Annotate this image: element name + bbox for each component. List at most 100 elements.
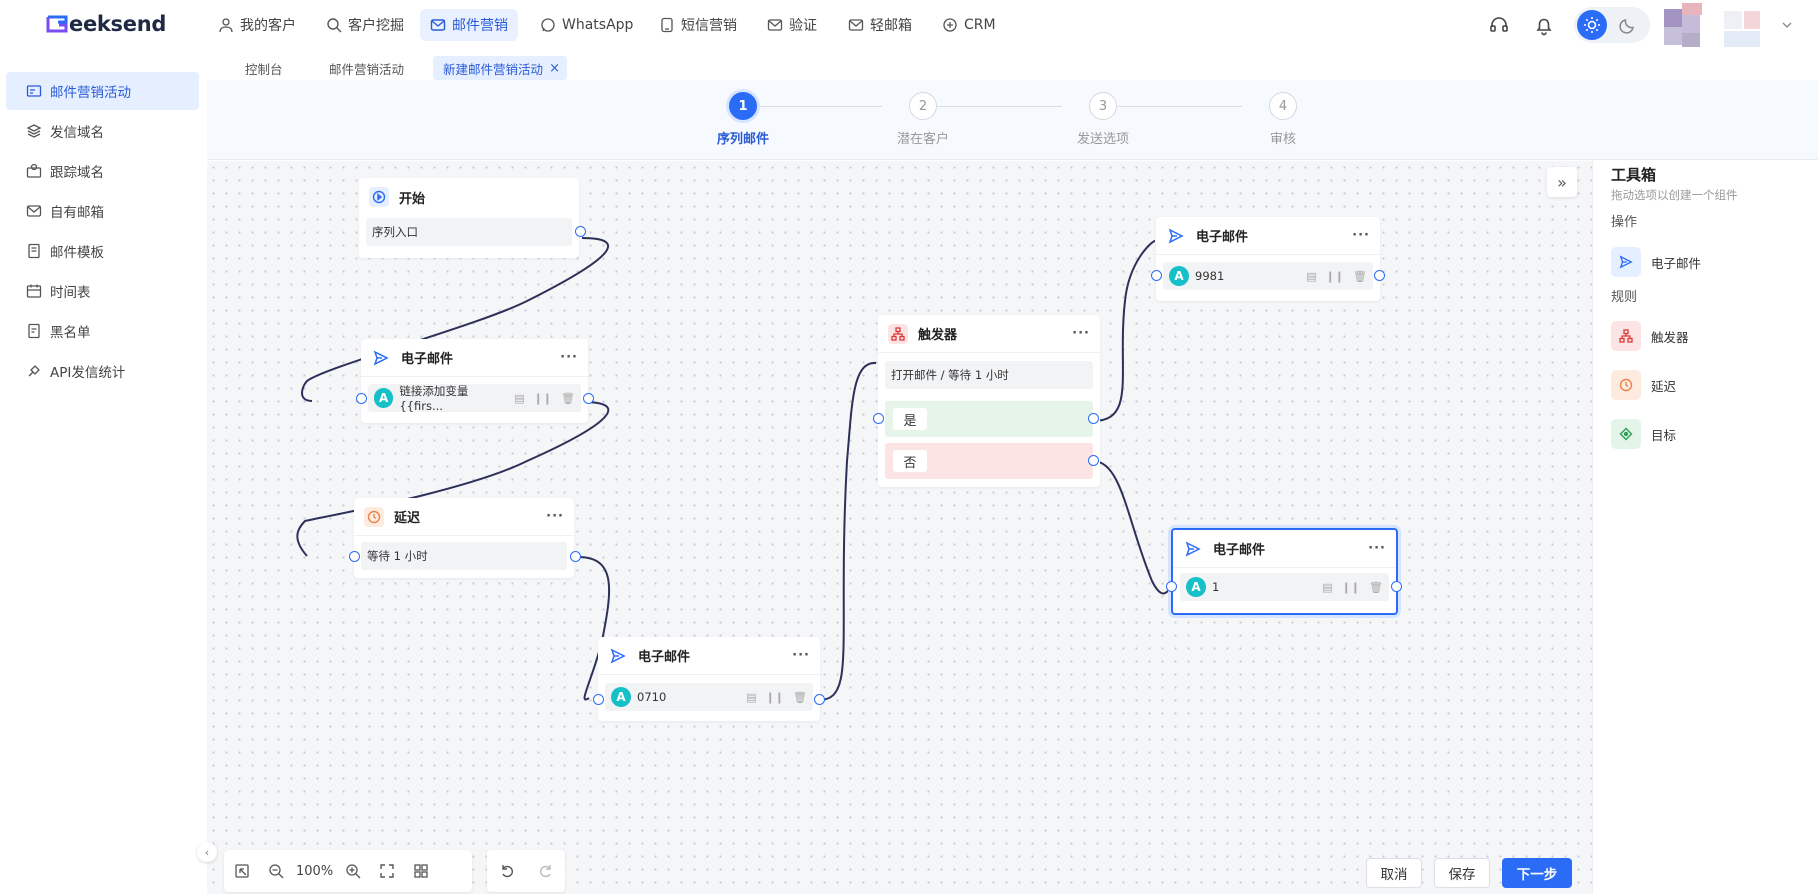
email-node[interactable]: 电子邮件 ··· A 链接添加变量{{firs... ▤ ❙❙ 🗑: [356, 339, 594, 423]
toolbox-panel: 工具箱 拖动选项以创建一个组件 操作 电子邮件 规则 触发器 延迟 目标: [1592, 161, 1818, 894]
toolbox-item-email[interactable]: 电子邮件: [1611, 246, 1701, 278]
grid-icon[interactable]: [413, 863, 429, 879]
toolbox-title: 工具箱: [1611, 166, 1657, 184]
mail-icon: [430, 19, 446, 31]
trigger-node[interactable]: 触发器 ··· 打开邮件 / 等待 1 小时 是 否: [873, 315, 1100, 487]
toolbox-item-trigger[interactable]: 触发器: [1611, 320, 1689, 352]
headset-icon[interactable]: [1488, 14, 1510, 36]
nav-sms-marketing[interactable]: 短信营销: [649, 9, 747, 41]
pause-icon[interactable]: ❙❙: [1326, 270, 1344, 283]
node-title: 触发器: [918, 328, 958, 343]
sidebar-item-sending-domain[interactable]: 发信域名: [6, 112, 199, 150]
email-node[interactable]: 电子邮件 ··· A 9981 ▤ ❙❙ 🗑: [1151, 217, 1385, 301]
sidebar-item-schedule[interactable]: 时间表: [6, 272, 199, 310]
select-icon[interactable]: [234, 863, 250, 879]
nav-label: 轻邮箱: [870, 18, 912, 34]
step-label: 序列邮件: [716, 132, 769, 147]
output-port[interactable]: [570, 551, 581, 562]
step-send-options[interactable]: 3 发送选项: [1058, 92, 1148, 147]
output-port[interactable]: [1391, 581, 1402, 592]
yes-label: 是: [893, 408, 927, 430]
step-review[interactable]: 4 审核: [1238, 92, 1328, 147]
nav-crm[interactable]: CRM: [932, 9, 1006, 41]
output-port[interactable]: [583, 393, 594, 404]
tab-campaigns[interactable]: 邮件营销活动: [319, 56, 414, 80]
user-avatar[interactable]: [1664, 3, 1792, 49]
no-output-port[interactable]: [1088, 455, 1099, 466]
zoom-out-icon[interactable]: [268, 863, 284, 879]
email-node[interactable]: 电子邮件 ··· A 0710 ▤ ❙❙ 🗑: [593, 637, 825, 721]
sidebar-item-email-templates[interactable]: 邮件模板: [6, 232, 199, 270]
collapse-toolbox-button[interactable]: »: [1547, 167, 1577, 197]
email-node-selected[interactable]: 电子邮件 ··· A 1 ▤ ❙❙ 🗑: [1166, 528, 1402, 615]
close-icon[interactable]: ×: [549, 61, 560, 76]
nav-verify[interactable]: 验证: [757, 9, 827, 41]
sun-icon[interactable]: [1577, 10, 1607, 40]
delete-icon[interactable]: 🗑: [1369, 581, 1383, 594]
output-port[interactable]: [575, 226, 586, 237]
input-port[interactable]: [1166, 581, 1177, 592]
moon-icon[interactable]: [1618, 15, 1638, 35]
sidebar-item-campaigns[interactable]: 邮件营销活动: [6, 72, 199, 110]
theme-toggle[interactable]: [1574, 7, 1650, 43]
sidebar-item-tracking-domain[interactable]: 跟踪域名: [6, 152, 199, 190]
nav-customer-mining[interactable]: 客户挖掘: [316, 9, 414, 41]
pause-icon[interactable]: ❙❙: [766, 691, 784, 704]
delete-icon[interactable]: 🗑: [1353, 270, 1367, 283]
pause-icon[interactable]: ❙❙: [1342, 581, 1360, 594]
pause-icon[interactable]: ❙❙: [534, 392, 552, 405]
more-icon[interactable]: ···: [1368, 541, 1386, 556]
nav-whatsapp[interactable]: WhatsApp: [530, 9, 643, 41]
start-node[interactable]: 开始 序列入口: [359, 178, 586, 258]
preview-icon[interactable]: ▤: [514, 392, 524, 405]
cancel-button[interactable]: 取消: [1366, 858, 1422, 888]
redo-icon[interactable]: [538, 863, 554, 879]
zoom-in-icon[interactable]: [345, 863, 361, 879]
yes-output-port[interactable]: [1088, 413, 1099, 424]
more-icon[interactable]: ···: [792, 648, 810, 663]
delete-icon[interactable]: 🗑: [793, 691, 807, 704]
flow-canvas[interactable]: 开始 序列入口 电子邮件 ··· A 链接添加变量{{firs... ▤ ❙❙ 🗑 …: [207, 161, 1592, 894]
step-sequence-email[interactable]: 1 序列邮件: [698, 92, 788, 147]
tab-dashboard[interactable]: 控制台: [235, 56, 293, 80]
output-port[interactable]: [1374, 270, 1385, 281]
save-button[interactable]: 保存: [1434, 858, 1490, 888]
bell-icon[interactable]: [1533, 14, 1555, 36]
sidebar-item-blacklist[interactable]: 黑名单: [6, 312, 199, 350]
undo-icon[interactable]: [499, 863, 515, 879]
node-title: 电子邮件: [638, 650, 691, 665]
input-port[interactable]: [349, 551, 360, 562]
input-port[interactable]: [593, 694, 604, 705]
step-prospects[interactable]: 2 潜在客户: [878, 92, 968, 147]
input-port[interactable]: [356, 393, 367, 404]
output-port[interactable]: [814, 694, 825, 705]
more-icon[interactable]: ···: [1352, 228, 1370, 243]
collapse-sidebar-button[interactable]: ‹: [197, 842, 217, 862]
toolbox-item-goal[interactable]: 目标: [1611, 418, 1676, 450]
more-icon[interactable]: ···: [1072, 326, 1090, 341]
preview-icon[interactable]: ▤: [1306, 270, 1316, 283]
delay-node[interactable]: 延迟 ··· 等待 1 小时: [349, 498, 581, 578]
crm-icon: [943, 18, 957, 32]
next-step-button[interactable]: 下一步: [1502, 858, 1572, 888]
trigger-yes-branch[interactable]: 是: [885, 401, 1093, 437]
nav-light-mailbox[interactable]: 轻邮箱: [838, 9, 922, 41]
sidebar-item-label: 时间表: [50, 285, 91, 301]
preview-icon[interactable]: ▤: [746, 691, 756, 704]
toolbox-item-delay[interactable]: 延迟: [1611, 369, 1676, 401]
more-icon[interactable]: ···: [546, 509, 564, 524]
sidebar-item-own-mailbox[interactable]: 自有邮箱: [6, 192, 199, 230]
input-port[interactable]: [873, 413, 884, 424]
more-icon[interactable]: ···: [560, 350, 578, 365]
nav-my-customers[interactable]: 我的客户: [208, 9, 306, 41]
nav-email-marketing[interactable]: 邮件营销: [420, 9, 518, 41]
logo[interactable]: eeksend: [46, 12, 166, 36]
delete-icon[interactable]: 🗑: [561, 392, 575, 405]
tab-new-campaign[interactable]: 新建邮件营销活动 ×: [433, 56, 568, 80]
preview-icon[interactable]: ▤: [1322, 581, 1332, 594]
sidebar-item-api-stats[interactable]: API发信统计: [6, 352, 199, 390]
chevron-down-icon[interactable]: [1782, 21, 1792, 29]
trigger-no-branch[interactable]: 否: [885, 443, 1093, 479]
input-port[interactable]: [1151, 270, 1162, 281]
fit-view-icon[interactable]: [379, 863, 395, 879]
